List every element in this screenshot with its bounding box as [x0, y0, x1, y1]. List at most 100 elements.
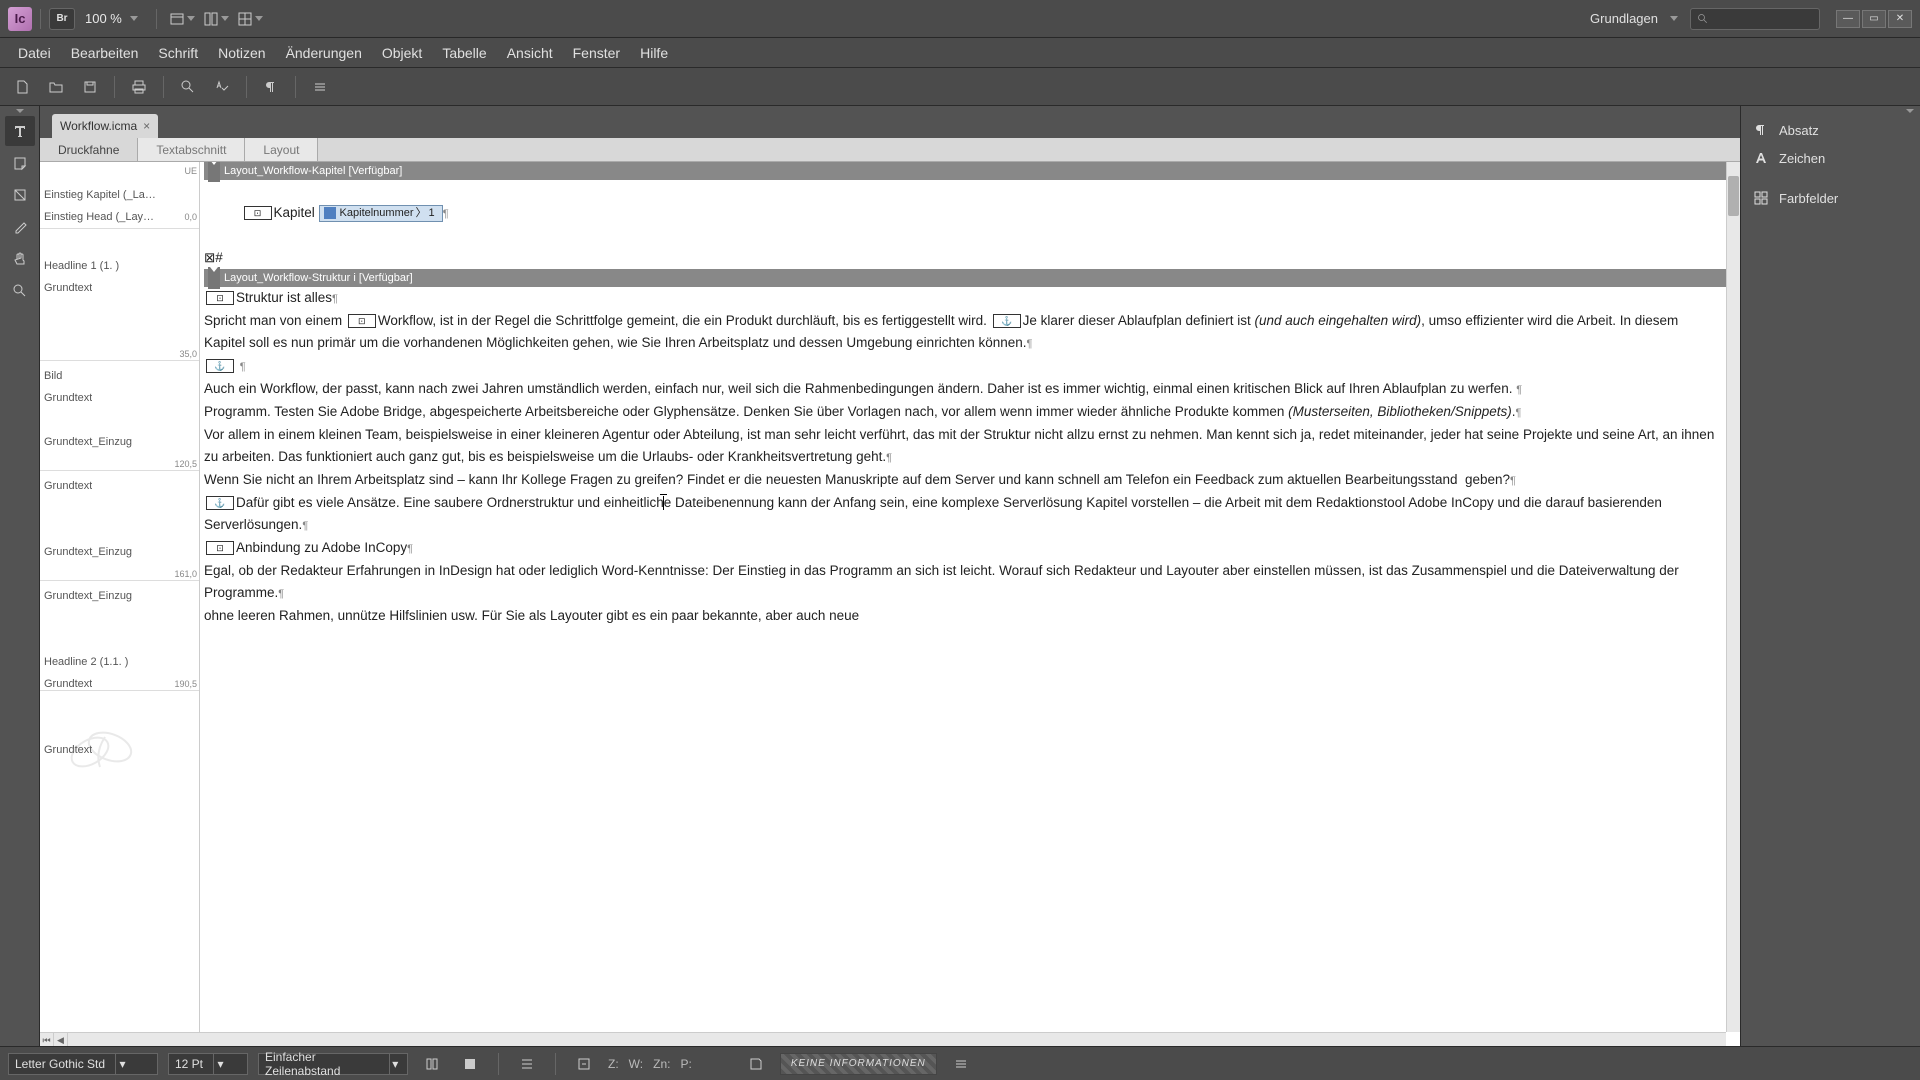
bridge-badge[interactable]: Br: [49, 8, 75, 30]
tab-textabschnitt[interactable]: Textabschnitt: [138, 138, 245, 161]
horizontal-scrollbar[interactable]: ⏮ ◀: [40, 1032, 1726, 1046]
document-tab[interactable]: Workflow.icma ×: [52, 114, 158, 138]
menu-fenster[interactable]: Fenster: [563, 38, 630, 67]
align-icon[interactable]: [513, 1050, 541, 1078]
section-header[interactable]: Layout_Workflow-Struktur i [Verfügbar]: [204, 269, 1736, 287]
paragraph: Vor allem in einem kleinen Team, beispie…: [204, 424, 1736, 469]
text-column[interactable]: Layout_Workflow-Kapitel [Verfügbar] ⊡Kap…: [200, 162, 1740, 1046]
section-label: Layout_Workflow-Struktur i [Verfügbar]: [224, 267, 413, 289]
prev-page-icon[interactable]: ◀: [54, 1033, 68, 1046]
paragraph: Auch ein Workflow, der passt, kann nach …: [204, 378, 1736, 401]
menu-notizen[interactable]: Notizen: [208, 38, 275, 67]
image-anchor-icon: ⊡: [348, 314, 376, 328]
paragraph: Spricht man von einem ⊡Workflow, ist in …: [204, 310, 1736, 355]
screen-mode-icon[interactable]: [169, 8, 195, 30]
section-header[interactable]: Layout_Workflow-Kapitel [Verfügbar]: [204, 162, 1736, 180]
type-tool-icon[interactable]: [5, 116, 35, 146]
document-tab-label: Workflow.icma: [60, 119, 137, 133]
open-icon[interactable]: [42, 73, 70, 101]
anchor-icon: ⊡: [244, 206, 272, 220]
right-panel-dock: Absatz Zeichen Farbfelder: [1740, 106, 1920, 1046]
panel-label: Absatz: [1779, 123, 1819, 138]
panel-zeichen[interactable]: Zeichen: [1741, 144, 1920, 172]
save-icon[interactable]: [76, 73, 104, 101]
position-tool-icon[interactable]: [5, 180, 35, 210]
paragraph: ohne leeren Rahmen, unnütze Hilfslinien …: [204, 605, 1736, 627]
workspace-label: Grundlagen: [1590, 11, 1658, 26]
pilcrow-icon: [1753, 122, 1769, 138]
workspace-dropdown[interactable]: Grundlagen: [1590, 11, 1678, 26]
search-input[interactable]: [1690, 8, 1820, 30]
hand-tool-icon[interactable]: [5, 244, 35, 274]
view-options-icon[interactable]: [237, 8, 263, 30]
window-controls: — ▭ ✕: [1836, 10, 1912, 28]
swatches-icon: [1753, 190, 1769, 206]
menu-icon[interactable]: [947, 1050, 975, 1078]
first-page-icon[interactable]: ⏮: [40, 1033, 54, 1046]
panel-label: Farbfelder: [1779, 191, 1838, 206]
close-icon[interactable]: ×: [143, 119, 150, 133]
tab-druckfahne[interactable]: Druckfahne: [40, 138, 138, 161]
menu-aenderungen[interactable]: Änderungen: [276, 38, 372, 67]
image-anchor-icon: ⊡: [206, 541, 234, 555]
paragraph: Wenn Sie nicht an Ihrem Arbeitsplatz sin…: [204, 469, 1736, 492]
font-family-dropdown[interactable]: Letter Gothic Std ▾: [8, 1053, 158, 1075]
maximize-button[interactable]: ▭: [1862, 10, 1886, 28]
search-icon: [1697, 13, 1709, 25]
menu-bearbeiten[interactable]: Bearbeiten: [61, 38, 149, 67]
chevron-down-icon: [1670, 16, 1678, 21]
toolbar: [0, 68, 1920, 106]
style-gutter: UE Einstieg Kapitel (_La… Einstieg Head …: [40, 162, 200, 1046]
panel-absatz[interactable]: Absatz: [1741, 116, 1920, 144]
menu-tabelle[interactable]: Tabelle: [432, 38, 496, 67]
menu-schrift[interactable]: Schrift: [148, 38, 208, 67]
eyedropper-tool-icon[interactable]: [5, 212, 35, 242]
minimize-button[interactable]: —: [1836, 10, 1860, 28]
columns-icon[interactable]: [418, 1050, 446, 1078]
variable-kapitelnummer[interactable]: Kapitelnummer〉1: [319, 205, 443, 222]
note-tool-icon[interactable]: [5, 148, 35, 178]
menu-objekt[interactable]: Objekt: [372, 38, 432, 67]
leading-value: Einfacher Zeilenabstand: [265, 1050, 379, 1078]
panel-label: Zeichen: [1779, 151, 1825, 166]
anchor-icon: ⚓: [993, 314, 1021, 328]
tab-layout[interactable]: Layout: [245, 138, 318, 161]
kapitel-line: ⊡Kapitel Kapitelnummer〉1: [204, 180, 1736, 247]
headline-2: Anbindung zu Adobe InCopy: [236, 540, 407, 555]
paragraph: Programm. Testen Sie Adobe Bridge, abges…: [204, 401, 1736, 424]
stat-zn: Zn:: [653, 1057, 670, 1071]
character-icon: [1753, 150, 1769, 166]
copyfit-icon[interactable]: [570, 1050, 598, 1078]
zoom-level-dropdown[interactable]: 100 %: [85, 11, 138, 26]
menu-hilfe[interactable]: Hilfe: [630, 38, 678, 67]
font-size-value: 12 Pt: [175, 1057, 203, 1071]
image-anchor-icon: ⊡: [206, 291, 234, 305]
menu-icon[interactable]: [306, 73, 334, 101]
main-area: Workflow.icma × Druckfahne Textabschnitt…: [0, 106, 1920, 1046]
close-button[interactable]: ✕: [1888, 10, 1912, 28]
leading-dropdown[interactable]: Einfacher Zeilenabstand ▾: [258, 1053, 408, 1075]
app-icon: Ic: [8, 7, 32, 31]
panel-farbfelder[interactable]: Farbfelder: [1741, 184, 1920, 212]
info-box-label: KEINE INFORMATIONEN: [791, 1058, 926, 1069]
paragraph: Egal, ob der Redakteur Erfahrungen in In…: [204, 560, 1736, 605]
font-size-dropdown[interactable]: 12 Pt ▾: [168, 1053, 248, 1075]
vertical-scrollbar[interactable]: [1726, 162, 1740, 1032]
status-bar: Letter Gothic Std ▾ 12 Pt ▾ Einfacher Ze…: [0, 1046, 1920, 1080]
section-label: Layout_Workflow-Kapitel [Verfügbar]: [224, 162, 402, 182]
paragraph: ⚓: [204, 355, 1736, 378]
menu-datei[interactable]: Datei: [8, 38, 61, 67]
zoom-tool-icon[interactable]: [5, 276, 35, 306]
new-icon[interactable]: [8, 73, 36, 101]
document-tab-bar: Workflow.icma ×: [40, 112, 1740, 138]
spellcheck-icon[interactable]: [208, 73, 236, 101]
print-icon[interactable]: [125, 73, 153, 101]
pilcrow-icon[interactable]: [257, 73, 285, 101]
info-toggle-icon[interactable]: [742, 1050, 770, 1078]
find-icon[interactable]: [174, 73, 202, 101]
direction-icon[interactable]: [456, 1050, 484, 1078]
toolbox: [0, 106, 40, 1046]
menu-ansicht[interactable]: Ansicht: [497, 38, 563, 67]
stat-w: W:: [629, 1057, 643, 1071]
arrange-icon[interactable]: [203, 8, 229, 30]
